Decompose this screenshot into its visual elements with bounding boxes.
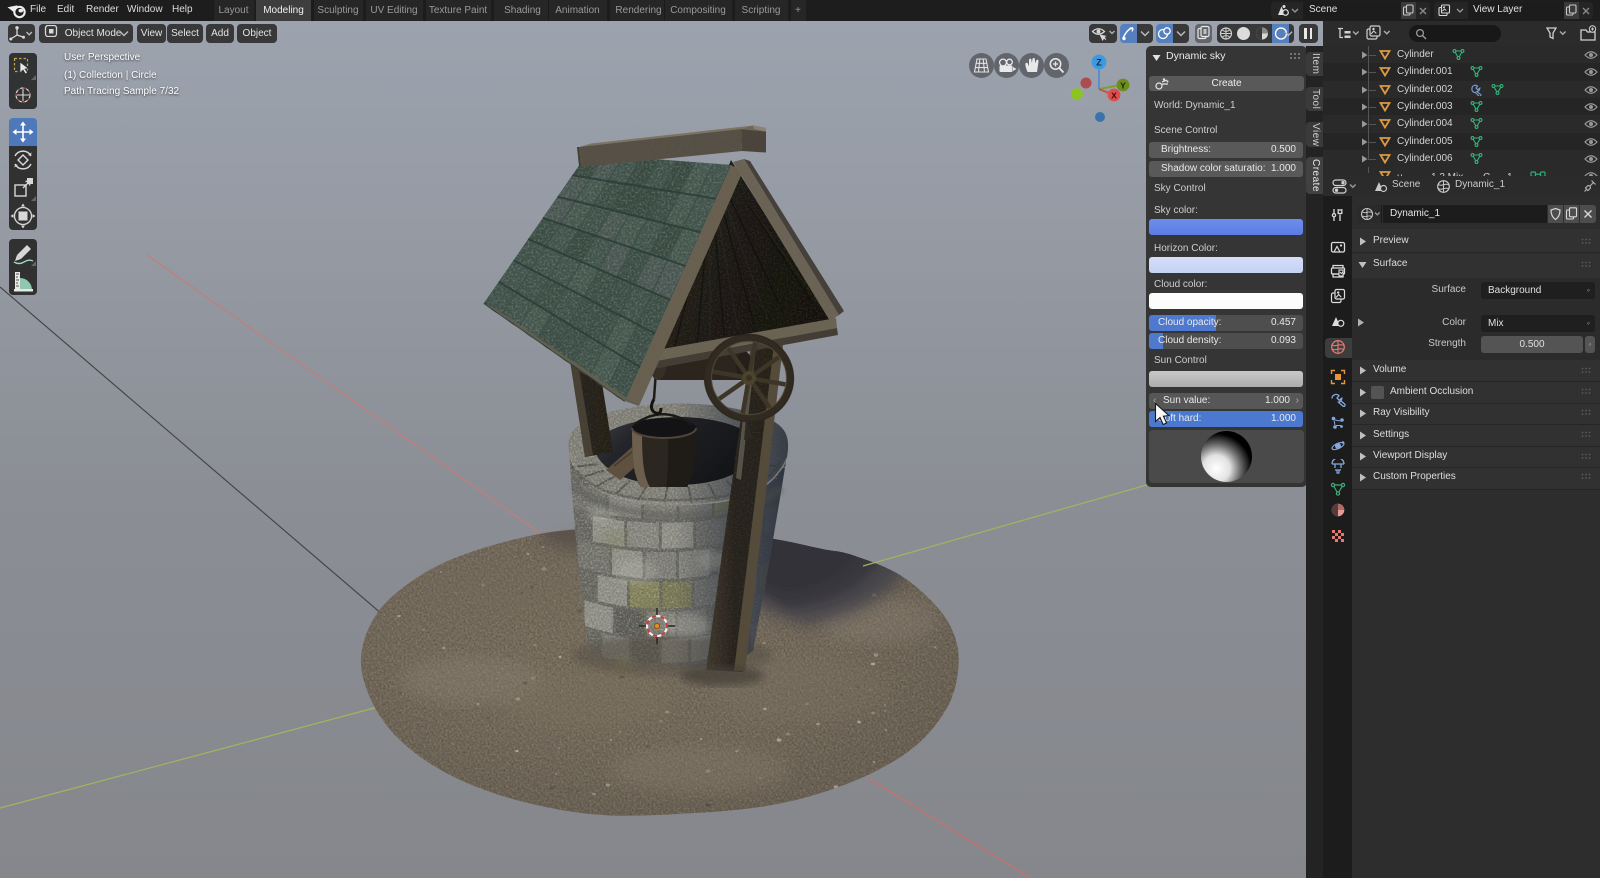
svg-text:X: X (1111, 91, 1117, 101)
svg-text:Z: Z (1096, 58, 1102, 68)
svg-text:Y: Y (1120, 81, 1126, 91)
